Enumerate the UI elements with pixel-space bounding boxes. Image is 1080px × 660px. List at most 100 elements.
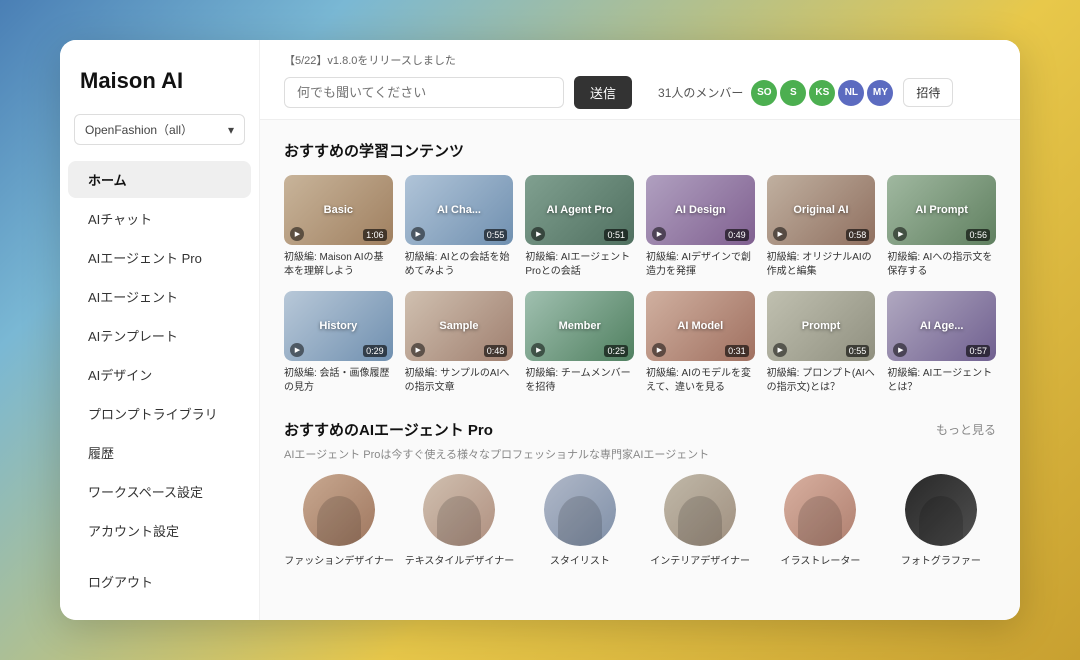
video-label-sample: Sample xyxy=(439,320,478,332)
play-icon xyxy=(411,227,425,241)
avatar-s: S xyxy=(780,80,806,106)
agent-avatar-interior xyxy=(664,474,736,546)
video-duration-ai-age: 0:57 xyxy=(966,345,990,357)
agent-name-stylist: スタイリスト xyxy=(550,552,610,567)
video-label-ai-prompt: AI Prompt xyxy=(915,204,968,216)
video-duration-basic: 1:06 xyxy=(363,229,387,241)
play-icon xyxy=(290,227,304,241)
video-duration-ai-design: 0:49 xyxy=(725,229,749,241)
video-desc-member: 初級編: チームメンバーを招待 xyxy=(525,367,634,395)
agent-card-textile[interactable]: テキスタイルデザイナー xyxy=(404,474,514,567)
video-card-prompt[interactable]: Prompt 0:55 初級編: プロンプト(AIへの指示文)とは？ xyxy=(767,291,876,395)
video-desc-ai-design: 初級編: AIデザインで創造力を発揮 xyxy=(646,251,755,279)
invite-button[interactable]: 招待 xyxy=(903,78,953,107)
sidebar-item-ai-chat[interactable]: AIチャット xyxy=(68,200,251,237)
sidebar-item-ai-agent-pro[interactable]: AIエージェント Pro xyxy=(68,239,251,276)
sidebar-item-ai-template[interactable]: AIテンプレート xyxy=(68,317,251,354)
video-desc-history: 初級編: 会話・画像履歴の見方 xyxy=(284,367,393,395)
app-container: Maison AI OpenFashion（all） ▾ ホームAIチャットAI… xyxy=(60,40,1020,620)
video-card-basic[interactable]: Basic1:06初級編: Maison AIの基本を理解しよう xyxy=(284,175,393,279)
agent-card-photographer[interactable]: フォトグラファー xyxy=(886,474,996,567)
agent-avatar-fashion xyxy=(303,474,375,546)
video-label-original-ai: Original AI xyxy=(793,204,848,216)
sidebar-item-ai-agent[interactable]: AIエージェント xyxy=(68,278,251,315)
agent-avatar-illustrator xyxy=(784,474,856,546)
video-desc-prompt: 初級編: プロンプト(AIへの指示文)とは？ xyxy=(767,367,876,395)
agent-subtitle: AIエージェント Proは今すぐ使える様々なプロフェッショナルな専門家AIエージ… xyxy=(284,446,996,462)
video-label-history: History xyxy=(319,320,357,332)
member-count: 31人のメンバー xyxy=(658,84,743,101)
video-card-sample[interactable]: Sample 0:48 初級編: サンプルのAIへの指示文章 xyxy=(405,291,514,395)
content-area: おすすめの学習コンテンツ Basic1:06初級編: Maison AIの基本を… xyxy=(260,120,1020,587)
video-duration-ai-prompt: 0:56 xyxy=(966,229,990,241)
avatar-so: SO xyxy=(751,80,777,106)
video-card-history[interactable]: History 0:29 初級編: 会話・画像履歴の見方 xyxy=(284,291,393,395)
video-duration-ai-agent: 0:51 xyxy=(604,229,628,241)
agent-card-stylist[interactable]: スタイリスト xyxy=(525,474,635,567)
more-link[interactable]: もっと見る xyxy=(936,421,996,438)
video-card-ai-model[interactable]: AI Model 0:31 初級編: AIのモデルを変えて、違いを見る xyxy=(646,291,755,395)
video-duration-member: 0:25 xyxy=(604,345,628,357)
play-icon xyxy=(290,343,304,357)
video-label-basic: Basic xyxy=(324,204,353,216)
video-label-prompt: Prompt xyxy=(802,320,841,332)
avatar-my: MY xyxy=(867,80,893,106)
main-content: 【5/22】v1.8.0をリリースしました 送信 31人のメンバー SOSKSN… xyxy=(260,40,1020,620)
sidebar-nav: ホームAIチャットAIエージェント ProAIエージェントAIテンプレートAIデ… xyxy=(60,161,259,563)
search-input[interactable] xyxy=(284,77,564,108)
agent-avatar-textile xyxy=(423,474,495,546)
video-label-ai-age: AI Age... xyxy=(920,320,964,332)
agent-card-illustrator[interactable]: イラストレーター xyxy=(765,474,875,567)
video-desc-ai-chat: 初級編: AIとの会話を始めてみよう xyxy=(405,251,514,279)
video-label-ai-design: AI Design xyxy=(675,204,726,216)
avatar-ks: KS xyxy=(809,80,835,106)
agent-card-interior[interactable]: インテリアデザイナー xyxy=(645,474,755,567)
video-desc-ai-agent: 初級編: AIエージェントProとの会話 xyxy=(525,251,634,279)
video-duration-history: 0:29 xyxy=(363,345,387,357)
agent-name-textile: テキスタイルデザイナー xyxy=(405,552,515,567)
search-button[interactable]: 送信 xyxy=(574,76,632,109)
avatar-group: SOSKSNLMY xyxy=(751,80,893,106)
sidebar-item-history[interactable]: 履歴 xyxy=(68,434,251,471)
video-duration-sample: 0:48 xyxy=(484,345,508,357)
app-logo: Maison AI xyxy=(60,68,259,114)
sidebar-item-workspace-settings[interactable]: ワークスペース設定 xyxy=(68,473,251,510)
video-desc-sample: 初級編: サンプルのAIへの指示文章 xyxy=(405,367,514,395)
video-label-ai-model: AI Model xyxy=(677,320,723,332)
video-duration-ai-chat: 0:55 xyxy=(484,229,508,241)
agent-name-fashion: ファッションデザイナー xyxy=(284,552,394,567)
sidebar-item-home[interactable]: ホーム xyxy=(68,161,251,198)
video-label-member: Member xyxy=(559,320,601,332)
video-card-ai-chat[interactable]: AI Cha... 0:55 初級編: AIとの会話を始めてみよう xyxy=(405,175,514,279)
video-duration-prompt: 0:55 xyxy=(846,345,870,357)
play-icon xyxy=(411,343,425,357)
agent-name-illustrator: イラストレーター xyxy=(781,552,861,567)
video-card-ai-age[interactable]: AI Age...0:57初級編: AIエージェントとは？ xyxy=(887,291,996,395)
video-card-ai-design[interactable]: AI Design 0:49 初級編: AIデザインで創造力を発揮 xyxy=(646,175,755,279)
member-section: 31人のメンバー SOSKSNLMY xyxy=(658,80,893,106)
sidebar-item-prompt-library[interactable]: プロンプトライブラリ xyxy=(68,395,251,432)
workspace-dropdown-label: OpenFashion（all） xyxy=(85,121,193,138)
video-card-ai-agent[interactable]: AI Agent Pro0:51初級編: AIエージェントProとの会話 xyxy=(525,175,634,279)
agent-card-fashion[interactable]: ファッションデザイナー xyxy=(284,474,394,567)
agent-header: おすすめのAIエージェント Pro もっと見る xyxy=(284,419,996,440)
video-label-ai-chat: AI Cha... xyxy=(437,204,481,216)
video-desc-ai-model: 初級編: AIのモデルを変えて、違いを見る xyxy=(646,367,755,395)
video-desc-original-ai: 初級編: オリジナルAIの作成と編集 xyxy=(767,251,876,279)
video-desc-ai-prompt: 初級編: AIへの指示文を保存する xyxy=(887,251,996,279)
agent-avatar-photographer xyxy=(905,474,977,546)
sidebar-item-ai-design[interactable]: AIデザイン xyxy=(68,356,251,393)
video-card-original-ai[interactable]: Original AI0:58初級編: オリジナルAIの作成と編集 xyxy=(767,175,876,279)
top-bar: 【5/22】v1.8.0をリリースしました 送信 31人のメンバー SOSKSN… xyxy=(260,40,1020,120)
agent-section-title: おすすめのAIエージェント Pro xyxy=(284,419,493,440)
video-card-ai-prompt[interactable]: AI Prompt 0:56 初級編: AIへの指示文を保存する xyxy=(887,175,996,279)
sidebar-item-account-settings[interactable]: アカウント設定 xyxy=(68,512,251,549)
agent-avatar-stylist xyxy=(544,474,616,546)
workspace-dropdown[interactable]: OpenFashion（all） ▾ xyxy=(74,114,245,145)
agent-grid: ファッションデザイナーテキスタイルデザイナー スタイリスト インテリアデザイナーイラ… xyxy=(284,474,996,567)
video-duration-ai-model: 0:31 xyxy=(725,345,749,357)
video-card-member[interactable]: Member 0:25 初級編: チームメンバーを招待 xyxy=(525,291,634,395)
logout-item[interactable]: ログアウト xyxy=(68,563,251,600)
play-icon xyxy=(773,227,787,241)
video-grid: Basic1:06初級編: Maison AIの基本を理解しようAI Cha..… xyxy=(284,175,996,395)
